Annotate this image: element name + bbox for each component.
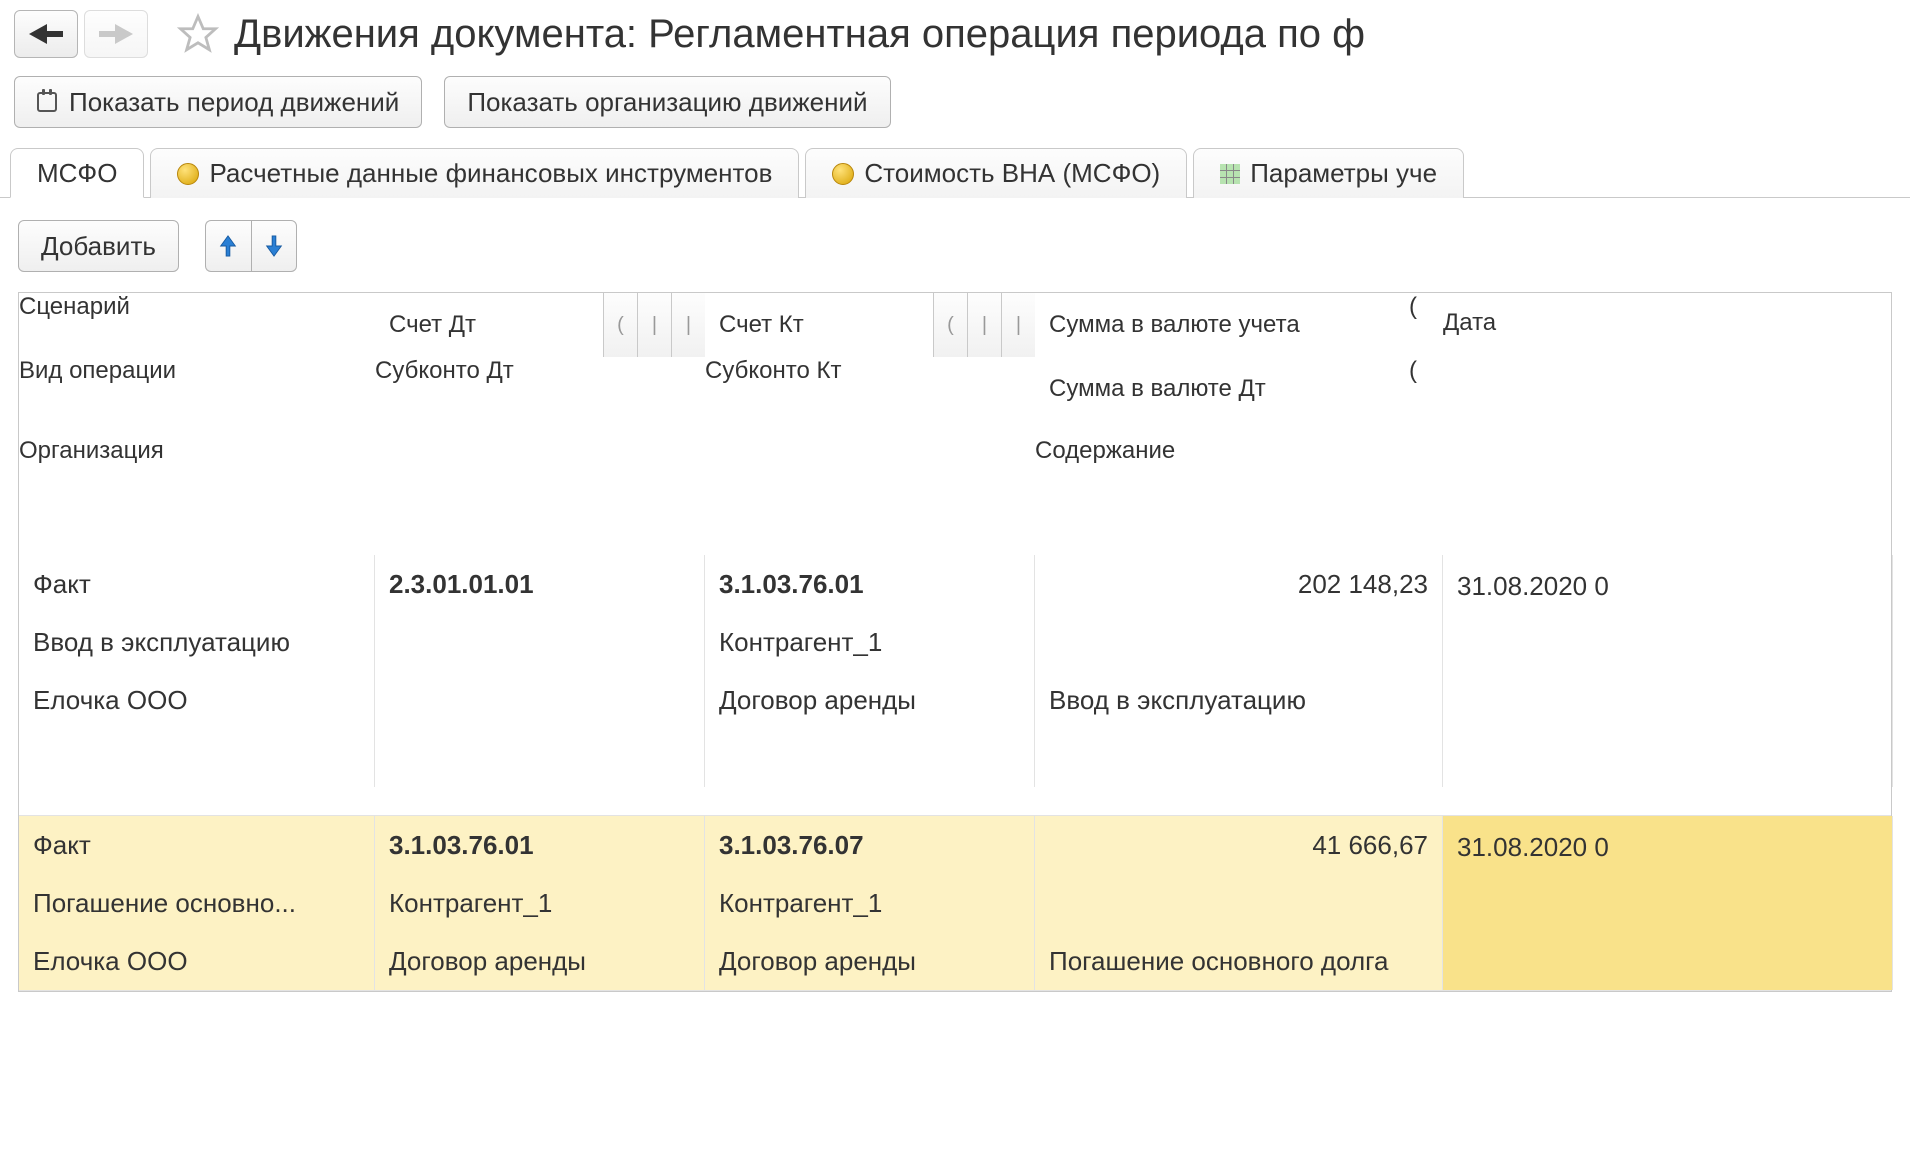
cell-op-type: Погашение основно... (19, 874, 375, 932)
col-amount[interactable]: Сумма в валюте учета ( (1035, 293, 1443, 357)
calendar-icon (37, 92, 57, 112)
mini-col[interactable]: | (637, 293, 671, 357)
col-amount-dt[interactable]: Сумма в валюте Дт ( (1035, 357, 1443, 421)
cell-dt: 3.1.03.76.01 (375, 816, 705, 874)
arrow-down-icon (263, 233, 285, 259)
mini-col[interactable]: ( (933, 293, 967, 357)
col-scenario[interactable]: Сценарий (19, 293, 375, 357)
data-grid: Сценарий Счет Дт ( | | Счет Кт ( | | (18, 292, 1892, 992)
mini-col[interactable]: ( (603, 293, 637, 357)
col-empty (705, 421, 1035, 485)
cell-scenario: Факт (19, 555, 375, 613)
cell-empty (705, 729, 1035, 787)
table-row[interactable]: Факт 2.3.01.01.01 3.1.03.76.01 202 148,2… (19, 549, 1891, 816)
col-label: Сумма в валюте Дт (1035, 357, 1409, 421)
tab-label: Стоимость ВНА (МСФО) (864, 158, 1160, 189)
cell-amount: 41 666,67 (1035, 816, 1443, 874)
mini-col[interactable]: | (1001, 293, 1035, 357)
col-org[interactable]: Организация (19, 421, 375, 549)
mini-col[interactable]: | (967, 293, 1001, 357)
nav-forward-button[interactable] (84, 10, 148, 58)
tab-label: Параметры уче (1250, 158, 1437, 189)
mini-col[interactable]: ( (1409, 357, 1443, 421)
cell-empty (19, 729, 375, 787)
cell-descr: Погашение основного долга (1035, 932, 1443, 990)
tab-content: Добавить Сценарий Счет Дт ( (0, 198, 1910, 992)
col-sub-kt[interactable]: Субконто Кт (705, 357, 1035, 421)
col-label: Счет Кт (705, 293, 933, 357)
col-label: Сумма в валюте учета (1035, 293, 1409, 357)
move-buttons (205, 220, 297, 272)
col-op-type[interactable]: Вид операции (19, 357, 375, 421)
table-icon (1220, 164, 1240, 184)
cell-amount-dt (1035, 613, 1443, 671)
col-date[interactable]: Дата (1443, 293, 1893, 549)
tab-label: МСФО (37, 158, 117, 189)
tab-fin-instruments[interactable]: Расчетные данные финансовых инструментов (150, 148, 799, 198)
tab-msfo[interactable]: МСФО (10, 148, 144, 198)
mini-col[interactable]: ( (1409, 293, 1443, 357)
cell-sub-dt2 (375, 671, 705, 729)
page-title: Движения документа: Регламентная операци… (234, 12, 1365, 57)
table-row[interactable]: Факт 3.1.03.76.01 3.1.03.76.07 41 666,67… (19, 816, 1891, 991)
tab-label: Расчетные данные финансовых инструментов (209, 158, 772, 189)
cell-org: Елочка ООО (19, 671, 375, 729)
cell-date: 31.08.2020 0 (1443, 816, 1893, 990)
move-up-button[interactable] (205, 220, 251, 272)
cell-op-type: Ввод в эксплуатацию (19, 613, 375, 671)
cell-sub-kt2: Договор аренды (705, 932, 1035, 990)
col-empty (375, 421, 705, 485)
col-kt[interactable]: Счет Кт ( | | (705, 293, 1035, 357)
action-bar: Показать период движений Показать органи… (0, 76, 1910, 148)
cell-date: 31.08.2020 0 (1443, 555, 1893, 787)
cell-kt: 3.1.03.76.07 (705, 816, 1035, 874)
cell-sub-dt2: Договор аренды (375, 932, 705, 990)
nav-back-button[interactable] (14, 10, 78, 58)
cell-scenario: Факт (19, 816, 375, 874)
show-period-button[interactable]: Показать период движений (14, 76, 422, 128)
cell-sub-dt (375, 613, 705, 671)
grid-header: Сценарий Счет Дт ( | | Счет Кт ( | | (19, 293, 1891, 549)
cell-sub-kt: Контрагент_1 (705, 613, 1035, 671)
col-dt[interactable]: Счет Дт ( | | (375, 293, 705, 357)
cell-empty (375, 729, 705, 787)
col-label: Счет Дт (375, 293, 603, 357)
coin-icon (832, 163, 854, 185)
cell-amount-dt (1035, 874, 1443, 932)
button-label: Добавить (41, 231, 156, 262)
show-org-button[interactable]: Показать организацию движений (444, 76, 890, 128)
tab-vna-cost[interactable]: Стоимость ВНА (МСФО) (805, 148, 1187, 198)
cell-sub-kt: Контрагент_1 (705, 874, 1035, 932)
cell-descr: Ввод в эксплуатацию (1035, 671, 1443, 729)
table-toolbar: Добавить (18, 220, 1892, 272)
col-empty (375, 485, 705, 549)
cell-empty (1035, 729, 1443, 787)
tab-accounting-params[interactable]: Параметры уче (1193, 148, 1464, 198)
cell-org: Елочка ООО (19, 932, 375, 990)
col-sub-dt[interactable]: Субконто Дт (375, 357, 705, 421)
tabs: МСФО Расчетные данные финансовых инструм… (0, 148, 1910, 198)
cell-sub-dt: Контрагент_1 (375, 874, 705, 932)
button-label: Показать организацию движений (467, 87, 867, 118)
col-empty (705, 485, 1035, 549)
col-descr[interactable]: Содержание (1035, 421, 1443, 549)
mini-col[interactable]: | (671, 293, 705, 357)
cell-dt: 2.3.01.01.01 (375, 555, 705, 613)
cell-sub-kt2: Договор аренды (705, 671, 1035, 729)
move-down-button[interactable] (251, 220, 297, 272)
button-label: Показать период движений (69, 87, 399, 118)
add-button[interactable]: Добавить (18, 220, 179, 272)
cell-amount: 202 148,23 (1035, 555, 1443, 613)
arrow-up-icon (217, 233, 239, 259)
page-header: Движения документа: Регламентная операци… (0, 0, 1910, 76)
coin-icon (177, 163, 199, 185)
favorite-star-icon[interactable] (174, 10, 222, 58)
cell-kt: 3.1.03.76.01 (705, 555, 1035, 613)
